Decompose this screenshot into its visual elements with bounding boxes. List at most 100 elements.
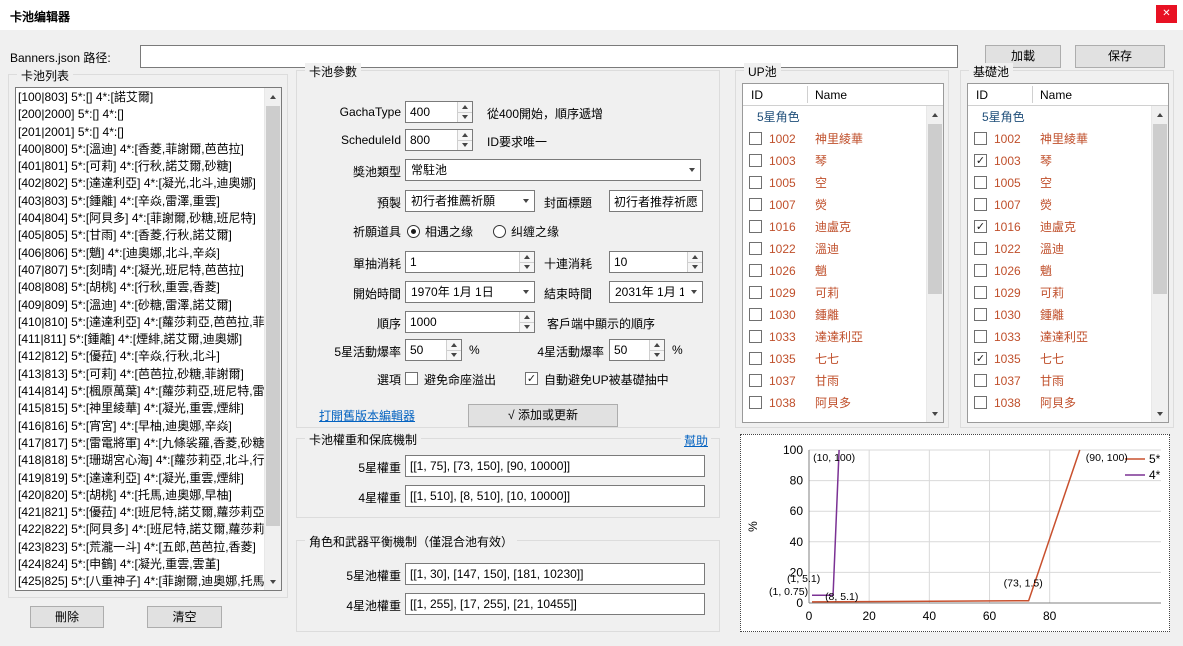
pool-type-select[interactable]: 常駐池: [405, 159, 701, 181]
character-row[interactable]: 1026魈: [743, 260, 926, 282]
spinner-buttons[interactable]: [457, 102, 472, 122]
scroll-thumb[interactable]: [1153, 124, 1167, 294]
radio-intertwined-fate-label[interactable]: 纠缠之缘: [511, 223, 559, 240]
character-checkbox[interactable]: [974, 286, 987, 299]
list-item[interactable]: [415|815] 5*:[神里綾華] 4*:[凝光,重雲,煙緋]: [18, 400, 264, 417]
list-item[interactable]: [400|800] 5*:[溫迪] 4*:[香菱,菲謝爾,芭芭拉]: [18, 141, 264, 158]
character-row[interactable]: 1022溫迪: [968, 238, 1151, 260]
scroll-up-icon[interactable]: [265, 88, 281, 105]
start-time-picker[interactable]: 1970年 1月 1日: [405, 281, 535, 303]
character-checkbox[interactable]: [749, 198, 762, 211]
character-checkbox[interactable]: [749, 330, 762, 343]
character-row[interactable]: 1007熒: [743, 194, 926, 216]
list-item[interactable]: [406|806] 5*:[魈] 4*:[迪奧娜,北斗,辛焱]: [18, 245, 264, 262]
radio-acquaint-fate[interactable]: [407, 225, 420, 238]
character-row[interactable]: 1037甘雨: [968, 370, 1151, 392]
character-checkbox[interactable]: [749, 242, 762, 255]
list-item[interactable]: [409|809] 5*:[溫迪] 4*:[砂糖,雷澤,諾艾爾]: [18, 297, 264, 314]
weight4-input[interactable]: [405, 485, 705, 507]
character-checkbox[interactable]: [974, 198, 987, 211]
single-cost-input[interactable]: 1: [405, 251, 535, 273]
character-row[interactable]: 1022溫迪: [743, 238, 926, 260]
spinner-buttons[interactable]: [687, 252, 702, 272]
list-item[interactable]: [418|818] 5*:[珊瑚宮心海] 4*:[蘿莎莉亞,北斗,行秋]: [18, 452, 264, 469]
cover-title-input[interactable]: [609, 190, 703, 212]
character-row[interactable]: 1007熒: [968, 194, 1151, 216]
scroll-down-icon[interactable]: [927, 405, 943, 422]
pool-list-scrollbar[interactable]: [264, 88, 281, 590]
add-update-button[interactable]: √ 添加或更新: [468, 404, 618, 427]
scroll-thumb[interactable]: [266, 106, 280, 526]
character-row[interactable]: ✓1035七七: [968, 348, 1151, 370]
list-item[interactable]: [416|816] 5*:[宵宮] 4*:[早柚,迪奧娜,辛焱]: [18, 418, 264, 435]
list-item[interactable]: [425|825] 5*:[八重神子] 4*:[菲謝爾,迪奧娜,托馬]: [18, 573, 264, 589]
clear-button[interactable]: 清空: [147, 606, 222, 628]
spinner-buttons[interactable]: [446, 340, 461, 360]
character-row[interactable]: 1002神里綾華: [743, 128, 926, 150]
list-item[interactable]: [408|808] 5*:[胡桃] 4*:[行秋,重雲,香菱]: [18, 279, 264, 296]
list-item[interactable]: [411|811] 5*:[鍾離] 4*:[煙緋,諾艾爾,迪奧娜]: [18, 331, 264, 348]
character-checkbox[interactable]: [749, 286, 762, 299]
order-input[interactable]: 1000: [405, 311, 535, 333]
character-row[interactable]: 1030鍾離: [968, 304, 1151, 326]
character-row[interactable]: 1005空: [968, 172, 1151, 194]
character-row[interactable]: 1033達達利亞: [968, 326, 1151, 348]
pool-weight4-input[interactable]: [405, 593, 705, 615]
character-checkbox[interactable]: ✓: [974, 220, 987, 233]
list-item[interactable]: [417|817] 5*:[雷電將軍] 4*:[九條裟羅,香菱,砂糖]: [18, 435, 264, 452]
character-checkbox[interactable]: [749, 132, 762, 145]
avoid-constellation-label[interactable]: 避免命座溢出: [424, 371, 496, 388]
scroll-down-icon[interactable]: [265, 573, 281, 590]
auto-avoid-up-checkbox[interactable]: ✓: [525, 372, 538, 385]
character-checkbox[interactable]: [749, 374, 762, 387]
character-checkbox[interactable]: ✓: [974, 154, 987, 167]
character-checkbox[interactable]: [749, 154, 762, 167]
pool-listbox[interactable]: [100|803] 5*:[] 4*:[諾艾爾][200|2000] 5*:[]…: [15, 87, 282, 591]
character-checkbox[interactable]: [749, 308, 762, 321]
scroll-up-icon[interactable]: [927, 106, 943, 123]
character-row[interactable]: 1029可莉: [968, 282, 1151, 304]
list-item[interactable]: [405|805] 5*:[甘雨] 4*:[香菱,行秋,諾艾爾]: [18, 227, 264, 244]
character-checkbox[interactable]: [749, 352, 762, 365]
character-row[interactable]: ✓1016迪盧克: [968, 216, 1151, 238]
list-item[interactable]: [419|819] 5*:[達達利亞] 4*:[凝光,重雲,煙緋]: [18, 470, 264, 487]
character-row[interactable]: 1005空: [743, 172, 926, 194]
character-checkbox[interactable]: [974, 396, 987, 409]
list-item[interactable]: [420|820] 5*:[胡桃] 4*:[托馬,迪奧娜,早柚]: [18, 487, 264, 504]
ten-cost-input[interactable]: 10: [609, 251, 703, 273]
column-header-id[interactable]: ID: [751, 88, 763, 102]
list-item[interactable]: [403|803] 5*:[鍾離] 4*:[辛焱,雷澤,重雲]: [18, 193, 264, 210]
list-item[interactable]: [413|813] 5*:[可莉] 4*:[芭芭拉,砂糖,菲謝爾]: [18, 366, 264, 383]
list-item[interactable]: [100|803] 5*:[] 4*:[諾艾爾]: [18, 89, 264, 106]
preset-select[interactable]: 初行者推薦祈願: [405, 190, 535, 212]
up-pool-scrollbar[interactable]: [926, 106, 943, 422]
save-button[interactable]: 保存: [1075, 45, 1165, 68]
radio-intertwined-fate[interactable]: [493, 225, 506, 238]
character-row[interactable]: 1030鍾離: [743, 304, 926, 326]
character-row[interactable]: ✓1003琴: [968, 150, 1151, 172]
column-header-name[interactable]: Name: [815, 88, 847, 102]
avoid-constellation-checkbox[interactable]: [405, 372, 418, 385]
character-row[interactable]: 1037甘雨: [743, 370, 926, 392]
character-row[interactable]: 1038阿貝多: [743, 392, 926, 414]
spinner-buttons[interactable]: [649, 340, 664, 360]
character-row[interactable]: 1029可莉: [743, 282, 926, 304]
column-header-id[interactable]: ID: [976, 88, 988, 102]
spinner-buttons[interactable]: [457, 130, 472, 150]
auto-avoid-up-label[interactable]: 自動避免UP被基礎抽中: [544, 371, 669, 388]
character-checkbox[interactable]: [974, 264, 987, 277]
path-input[interactable]: [140, 45, 958, 68]
list-item[interactable]: [401|801] 5*:[可莉] 4*:[行秋,諾艾爾,砂糖]: [18, 158, 264, 175]
spinner-buttons[interactable]: [519, 252, 534, 272]
list-item[interactable]: [412|812] 5*:[優菈] 4*:[辛焱,行秋,北斗]: [18, 348, 264, 365]
scroll-up-icon[interactable]: [1152, 106, 1168, 123]
character-checkbox[interactable]: [974, 374, 987, 387]
end-time-picker[interactable]: 2031年 1月 1日: [609, 281, 703, 303]
character-checkbox[interactable]: [749, 220, 762, 233]
character-row[interactable]: 1016迪盧克: [743, 216, 926, 238]
list-item[interactable]: [421|821] 5*:[優菈] 4*:[班尼特,諾艾爾,蘿莎莉亞]: [18, 504, 264, 521]
list-item[interactable]: [201|2001] 5*:[] 4*:[]: [18, 124, 264, 141]
gachatype-input[interactable]: 400: [405, 101, 473, 123]
list-item[interactable]: [407|807] 5*:[刻晴] 4*:[凝光,班尼特,芭芭拉]: [18, 262, 264, 279]
column-header-name[interactable]: Name: [1040, 88, 1072, 102]
